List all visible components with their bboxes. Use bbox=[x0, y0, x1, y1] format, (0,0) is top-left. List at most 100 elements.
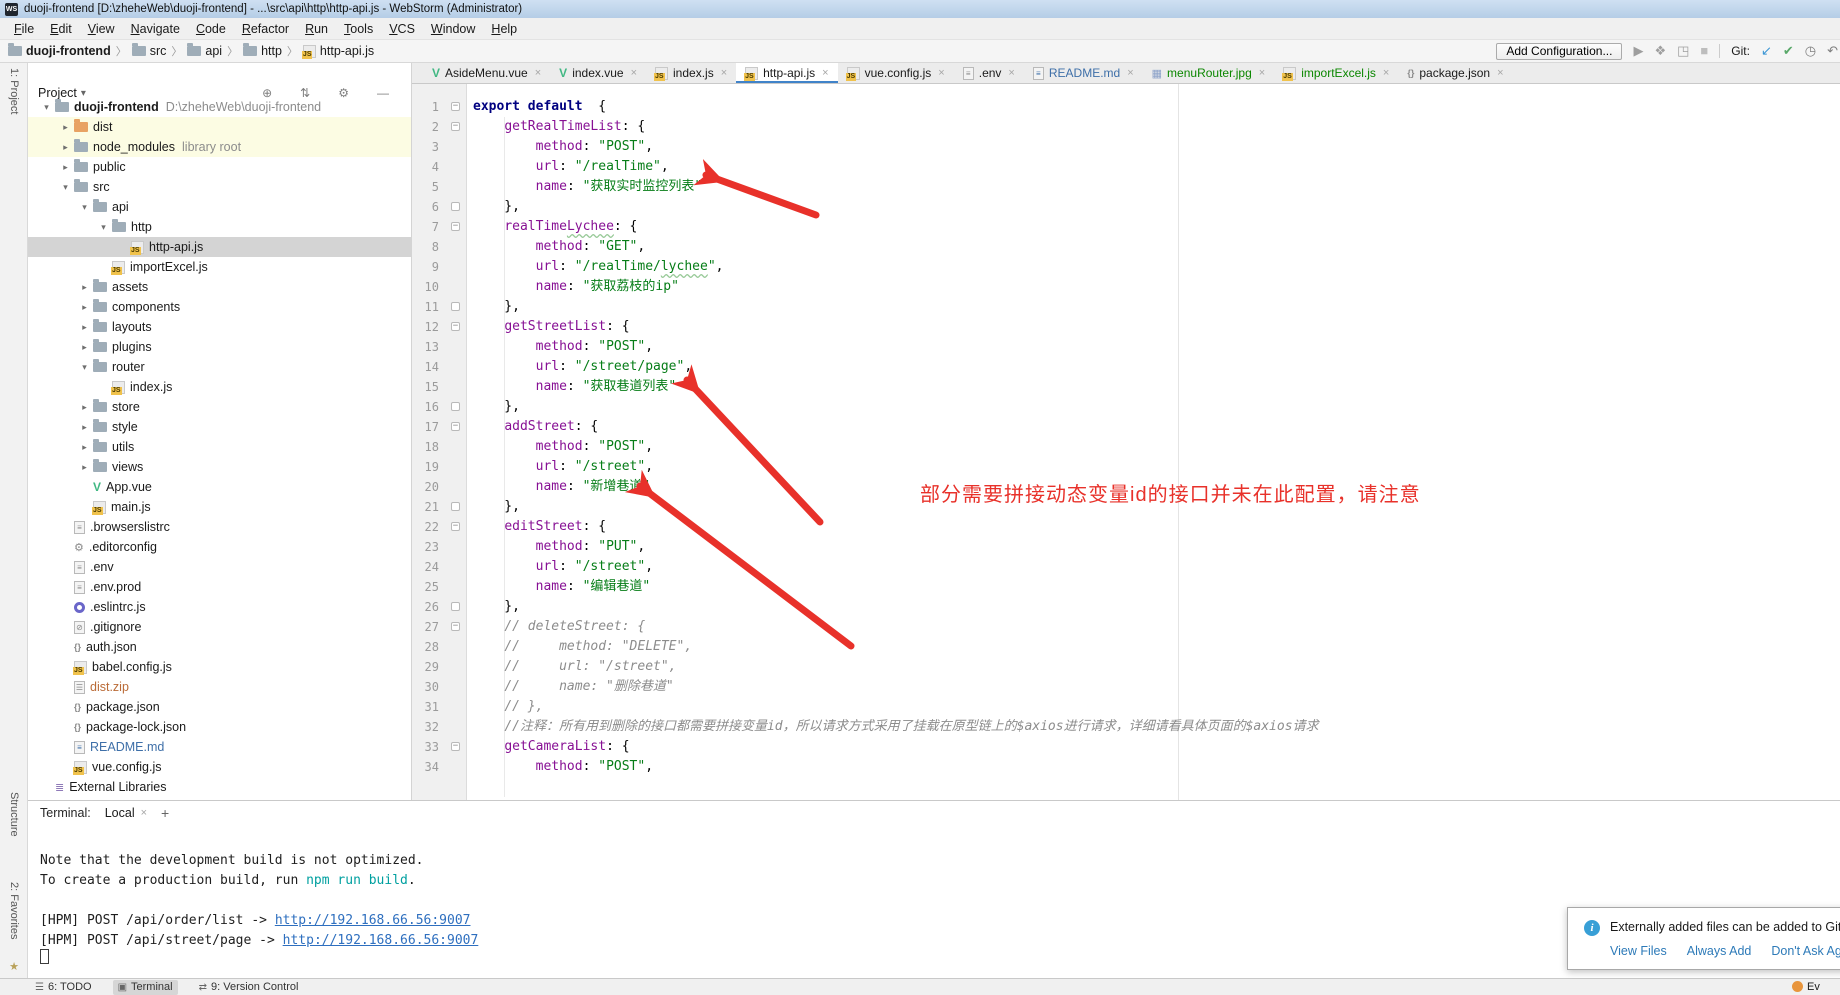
tree-chevron-icon[interactable]: ▸ bbox=[76, 402, 93, 413]
tree-chevron-icon[interactable]: ▸ bbox=[76, 322, 93, 333]
tab-close-icon[interactable]: × bbox=[1383, 67, 1389, 79]
tree-item-src[interactable]: ▾src bbox=[28, 177, 412, 197]
editor-tab-AsideMenu.vue[interactable]: VAsideMenu.vue× bbox=[423, 63, 550, 83]
terminal-link[interactable]: http://192.168.66.56:9007 bbox=[275, 913, 471, 928]
tree-item-dist.zip[interactable]: ☰dist.zip bbox=[28, 677, 412, 697]
tree-chevron-icon[interactable]: ▸ bbox=[76, 422, 93, 433]
fold-marker-icon[interactable] bbox=[451, 602, 460, 611]
tab-close-icon[interactable]: × bbox=[631, 67, 637, 79]
tree-item-views[interactable]: ▸views bbox=[28, 457, 412, 477]
tab-close-icon[interactable]: × bbox=[938, 67, 944, 79]
todo-button[interactable]: ☰6: TODO bbox=[30, 980, 97, 995]
stripe-favorites[interactable]: 2: Favorites bbox=[0, 882, 28, 939]
tree-item-components[interactable]: ▸components bbox=[28, 297, 412, 317]
rollback-icon[interactable]: ↶ bbox=[1827, 40, 1838, 62]
editor-tab-index.js[interactable]: index.js× bbox=[646, 63, 736, 83]
breadcrumb-item-http-api.js[interactable]: http-api.js bbox=[303, 44, 374, 58]
run-icon[interactable]: ▶ bbox=[1633, 40, 1643, 62]
editor-tab-menuRouter.jpg[interactable]: ▦menuRouter.jpg× bbox=[1143, 63, 1275, 83]
tree-item-.gitignore[interactable]: ⊘.gitignore bbox=[28, 617, 412, 637]
menu-help[interactable]: Help bbox=[483, 22, 525, 36]
terminal-link[interactable]: http://192.168.66.56:9007 bbox=[283, 933, 479, 948]
editor-tab-package.json[interactable]: {}package.json× bbox=[1398, 63, 1512, 83]
editor-tab-vue.config.js[interactable]: vue.config.js× bbox=[838, 63, 954, 83]
breadcrumb-item-api[interactable]: api bbox=[187, 44, 222, 58]
tree-chevron-icon[interactable]: ▸ bbox=[76, 342, 93, 353]
tab-close-icon[interactable]: × bbox=[721, 67, 727, 79]
tree-chevron-icon[interactable]: ▾ bbox=[76, 362, 93, 373]
tree-item-README.md[interactable]: ≡README.md bbox=[28, 737, 412, 757]
tree-item-layouts[interactable]: ▸layouts bbox=[28, 317, 412, 337]
tree-item-http-api.js[interactable]: http-api.js bbox=[28, 237, 412, 257]
terminal-button[interactable]: ▣Terminal bbox=[113, 980, 178, 995]
menu-code[interactable]: Code bbox=[188, 22, 234, 36]
tree-item-node_modules[interactable]: ▸node_moduleslibrary root bbox=[28, 137, 412, 157]
tab-close-icon[interactable]: × bbox=[1008, 67, 1014, 79]
stripe-structure[interactable]: Structure bbox=[0, 792, 28, 837]
tree-item-.eslintrc.js[interactable]: .eslintrc.js bbox=[28, 597, 412, 617]
stop-icon[interactable]: ■ bbox=[1700, 40, 1708, 62]
tree-chevron-icon[interactable]: ▾ bbox=[76, 202, 93, 213]
tree-item-External Libraries[interactable]: ≣External Libraries bbox=[28, 777, 412, 797]
tree-item-api[interactable]: ▾api bbox=[28, 197, 412, 217]
tree-item-store[interactable]: ▸store bbox=[28, 397, 412, 417]
stripe-project[interactable]: 1: Project bbox=[0, 68, 28, 114]
tab-close-icon[interactable]: × bbox=[1259, 67, 1265, 79]
history-icon[interactable]: ◷ bbox=[1805, 40, 1816, 62]
tab-close-icon[interactable]: × bbox=[1497, 67, 1503, 79]
menu-edit[interactable]: Edit bbox=[42, 22, 80, 36]
tree-item-dist[interactable]: ▸dist bbox=[28, 117, 412, 137]
tree-item-router[interactable]: ▾router bbox=[28, 357, 412, 377]
menu-window[interactable]: Window bbox=[423, 22, 483, 36]
menu-view[interactable]: View bbox=[80, 22, 123, 36]
tree-item-babel.config.js[interactable]: babel.config.js bbox=[28, 657, 412, 677]
breadcrumb-item-http[interactable]: http bbox=[243, 44, 282, 58]
menu-refactor[interactable]: Refactor bbox=[234, 22, 297, 36]
code-editor[interactable]: 1−export default {2− getRealTimeList: {3… bbox=[412, 84, 1840, 800]
fold-marker-icon[interactable] bbox=[451, 502, 460, 511]
breadcrumb-item-src[interactable]: src bbox=[132, 44, 167, 58]
version-control-button[interactable]: ⇄9: Version Control bbox=[194, 980, 304, 995]
tree-chevron-icon[interactable]: ▸ bbox=[76, 282, 93, 293]
commit-icon[interactable]: ✔ bbox=[1783, 40, 1794, 62]
terminal-tab-close-icon[interactable]: × bbox=[141, 807, 147, 819]
tree-item-utils[interactable]: ▸utils bbox=[28, 437, 412, 457]
tree-chevron-icon[interactable]: ▸ bbox=[76, 302, 93, 313]
menu-navigate[interactable]: Navigate bbox=[123, 22, 188, 36]
notification-action-view-files[interactable]: View Files bbox=[1610, 944, 1667, 958]
tree-item-main.js[interactable]: main.js bbox=[28, 497, 412, 517]
tree-item-importExcel.js[interactable]: importExcel.js bbox=[28, 257, 412, 277]
tab-close-icon[interactable]: × bbox=[1127, 67, 1133, 79]
new-terminal-tab-button[interactable]: + bbox=[161, 805, 169, 821]
editor-tab-http-api.js[interactable]: http-api.js× bbox=[736, 63, 837, 83]
menu-file[interactable]: File bbox=[6, 22, 42, 36]
tree-item-public[interactable]: ▸public bbox=[28, 157, 412, 177]
editor-tab-.env[interactable]: ≡.env× bbox=[954, 63, 1024, 83]
tree-chevron-icon[interactable]: ▸ bbox=[57, 162, 74, 173]
tree-item-package.json[interactable]: {}package.json bbox=[28, 697, 412, 717]
tree-item-.browserslistrc[interactable]: ≡.browserslistrc bbox=[28, 517, 412, 537]
notification-action-don-t-ask-again[interactable]: Don't Ask Again bbox=[1771, 944, 1840, 958]
tree-chevron-icon[interactable]: ▾ bbox=[38, 102, 55, 113]
tree-item-assets[interactable]: ▸assets bbox=[28, 277, 412, 297]
fold-marker-icon[interactable] bbox=[451, 402, 460, 411]
tab-close-icon[interactable]: × bbox=[535, 67, 541, 79]
tree-item-index.js[interactable]: index.js bbox=[28, 377, 412, 397]
menu-run[interactable]: Run bbox=[297, 22, 336, 36]
tree-chevron-icon[interactable]: ▸ bbox=[57, 122, 74, 133]
breadcrumb-item-duoji-frontend[interactable]: duoji-frontend bbox=[8, 44, 111, 58]
fold-marker-icon[interactable]: − bbox=[451, 122, 460, 131]
fold-marker-icon[interactable] bbox=[451, 202, 460, 211]
fold-marker-icon[interactable]: − bbox=[451, 742, 460, 751]
editor-tab-README.md[interactable]: ≡README.md× bbox=[1024, 63, 1143, 83]
tree-chevron-icon[interactable]: ▸ bbox=[76, 462, 93, 473]
editor-tab-index.vue[interactable]: Vindex.vue× bbox=[550, 63, 646, 83]
tree-item-package-lock.json[interactable]: {}package-lock.json bbox=[28, 717, 412, 737]
tree-chevron-icon[interactable]: ▾ bbox=[57, 182, 74, 193]
tree-chevron-icon[interactable]: ▸ bbox=[57, 142, 74, 153]
coverage-icon[interactable]: ◳ bbox=[1677, 40, 1689, 62]
update-project-icon[interactable]: ↙ bbox=[1761, 40, 1772, 62]
tree-item-auth.json[interactable]: {}auth.json bbox=[28, 637, 412, 657]
debug-icon[interactable]: ❖ bbox=[1654, 40, 1666, 62]
favorites-star-icon[interactable]: ★ bbox=[0, 960, 28, 973]
